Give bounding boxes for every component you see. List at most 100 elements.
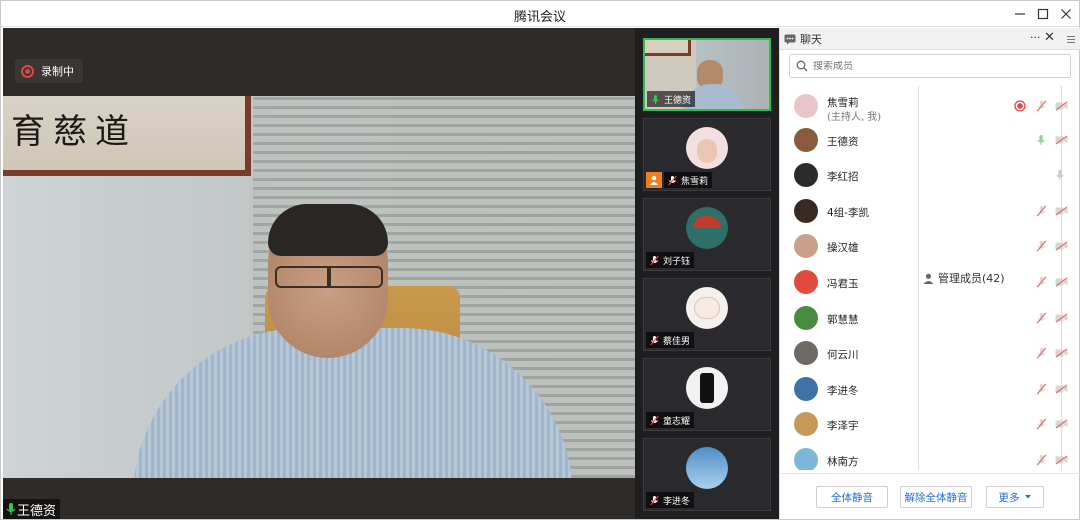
camera-off-icon[interactable]: [1053, 416, 1069, 432]
member-search[interactable]: [789, 54, 1071, 78]
avatar: [794, 412, 818, 437]
mic-muted-icon[interactable]: [1033, 274, 1049, 290]
recording-label: 录制中: [41, 65, 74, 78]
gallery-tile[interactable]: 蔡佳男: [643, 278, 771, 351]
speaker-name: 王德资: [17, 503, 57, 519]
member-list: 焦雪莉 (主持人, 我) 王德资 李红招 4组-李凯操汉雄冯君玉郭慧慧何云川李进冬李泽宇…: [780, 86, 1080, 470]
member-name: 冯君玉: [827, 278, 859, 290]
camera-off-icon[interactable]: [1053, 310, 1069, 326]
gallery-tile[interactable]: 李进冬: [643, 438, 771, 511]
recording-badge[interactable]: 录制中: [15, 59, 83, 83]
gallery-tile[interactable]: 焦雪莉: [643, 118, 771, 191]
main-video[interactable]: 育慈道 录制中 王德资: [3, 28, 635, 519]
member-row[interactable]: 4组-李凯: [780, 193, 1080, 229]
avatar: [794, 305, 818, 330]
close-icon: [1061, 9, 1071, 19]
mic-muted-icon: [650, 255, 659, 265]
title-bar: 腾讯会议: [1, 1, 1079, 27]
video-gallery: 王德资 焦雪莉 刘子钰 蔡佳男 童志耀 李进冬: [635, 28, 779, 519]
search-icon: [796, 60, 808, 72]
member-row[interactable]: 何云川: [780, 335, 1080, 371]
mic-muted-icon[interactable]: [1033, 203, 1049, 219]
camera-off-icon[interactable]: [1053, 345, 1069, 361]
more-button-label: 更多: [998, 491, 1020, 504]
camera-off-icon[interactable]: [1053, 274, 1069, 290]
member-row[interactable]: 焦雪莉 (主持人, 我): [780, 86, 1080, 126]
avatar-hat: [693, 216, 721, 228]
tile-name-tag: 焦雪莉: [664, 172, 713, 188]
record-icon: [21, 64, 34, 78]
tile-name: 王德资: [664, 95, 692, 106]
avatar: [794, 163, 818, 188]
unmute-all-button[interactable]: 解除全体静音: [900, 486, 972, 508]
avatar: [686, 127, 728, 169]
more-button[interactable]: 更多: [986, 486, 1044, 508]
camera-off-icon[interactable]: [1053, 132, 1069, 148]
minimize-button[interactable]: [1009, 4, 1031, 24]
mic-muted-icon[interactable]: [1033, 310, 1049, 326]
tile-name-tag: 蔡佳男: [646, 332, 695, 348]
member-name: 4组-李凯: [827, 206, 869, 219]
camera-off-icon[interactable]: [1053, 381, 1069, 397]
tile-name-tag: 刘子钰: [646, 252, 695, 268]
list-menu-button[interactable]: [1062, 28, 1080, 50]
avatar: [794, 376, 818, 401]
member-name: 操汉雄: [827, 242, 859, 255]
mic-muted-icon[interactable]: [1033, 345, 1049, 361]
gallery-tile[interactable]: 刘子钰: [643, 198, 771, 271]
host-badge: [646, 172, 662, 188]
member-row[interactable]: 李泽宇: [780, 406, 1080, 442]
member-row[interactable]: 操汉雄: [780, 228, 1080, 264]
mic-muted-icon: [650, 335, 659, 345]
panel-close-button[interactable]: ✕: [1044, 30, 1055, 45]
member-row[interactable]: 李红招: [780, 157, 1080, 193]
gallery-tile[interactable]: 童志耀: [643, 358, 771, 431]
member-name: 何云川: [827, 349, 859, 362]
avatar: [686, 207, 728, 249]
tile-calligraphy: [645, 40, 691, 56]
camera-off-icon[interactable]: [1053, 98, 1069, 114]
avatar: [794, 127, 818, 152]
mic-muted-icon[interactable]: [1033, 452, 1049, 468]
mic-muted-icon[interactable]: [1033, 381, 1049, 397]
avatar: [794, 448, 818, 470]
member-row[interactable]: 林南方: [780, 442, 1080, 470]
side-panel: 聊天 管理成员(42) ··· ✕ 焦雪莉(主持人, 我) 王德资李红招 4组-李凯…: [779, 28, 1080, 519]
camera-off-icon[interactable]: [1053, 452, 1069, 468]
tile-name: 李进冬: [663, 496, 691, 507]
gallery-tile[interactable]: 王德资: [643, 38, 771, 111]
mic-muted-icon[interactable]: [1033, 416, 1049, 432]
mute-all-button[interactable]: 全体静音: [816, 486, 888, 508]
mic-icon[interactable]: [1033, 132, 1049, 148]
mic-icon: [652, 94, 659, 104]
mic-muted-icon: [650, 495, 659, 505]
tile-name-tag: 李进冬: [646, 492, 695, 508]
mic-muted-icon: [668, 175, 677, 185]
avatar: [686, 447, 728, 489]
mic-icon[interactable]: [1052, 167, 1068, 183]
tile-name: 刘子钰: [663, 256, 691, 267]
window-close-button[interactable]: [1055, 4, 1077, 24]
camera-off-icon[interactable]: [1053, 238, 1069, 254]
panel-footer: 全体静音 解除全体静音 更多: [780, 473, 1080, 519]
maximize-button[interactable]: [1032, 4, 1054, 24]
member-row[interactable]: 王德资: [780, 122, 1080, 158]
more-options-button[interactable]: ···: [1030, 31, 1041, 44]
search-input[interactable]: [813, 60, 1053, 72]
member-row[interactable]: 冯君玉: [780, 264, 1080, 300]
mic-muted-icon[interactable]: [1033, 238, 1049, 254]
tile-name-tag: 王德资: [647, 91, 696, 107]
camera-off-icon[interactable]: [1053, 203, 1069, 219]
tab-chat[interactable]: 聊天: [784, 28, 918, 50]
speaker-glasses: [275, 266, 383, 288]
member-name: 郭慧慧: [827, 313, 859, 326]
calligraphy-scroll: 育慈道: [3, 96, 251, 176]
member-row[interactable]: 郭慧慧: [780, 300, 1080, 336]
mic-muted-icon[interactable]: [1033, 98, 1049, 114]
tab-chat-label: 聊天: [800, 33, 822, 46]
member-row[interactable]: 李进冬: [780, 371, 1080, 407]
tile-name: 焦雪莉: [681, 176, 709, 187]
chat-icon: [784, 34, 796, 45]
minimize-icon: [1015, 13, 1025, 15]
member-name: 李进冬: [827, 384, 859, 397]
